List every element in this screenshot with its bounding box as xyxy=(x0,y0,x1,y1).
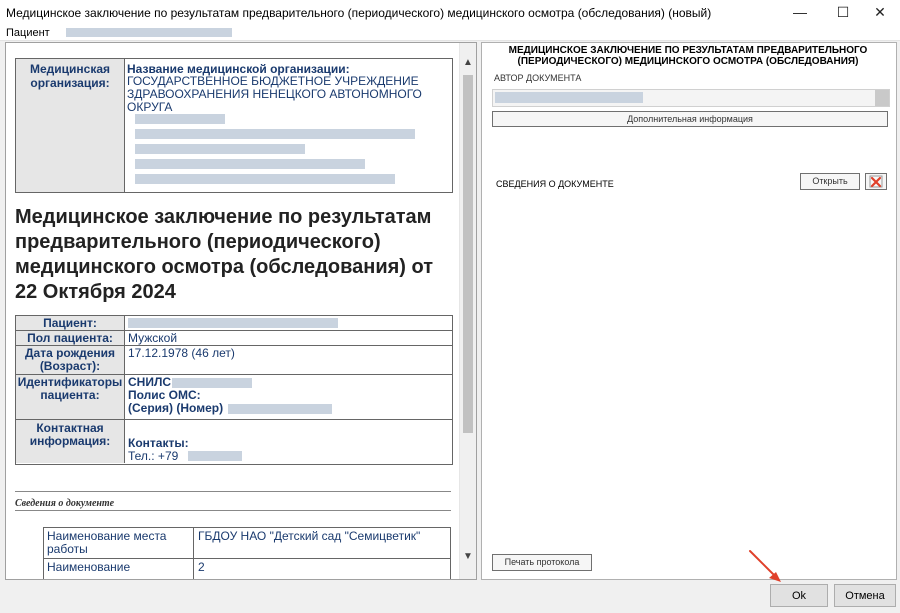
identifiers-row: Идентификаторы пациента: СНИЛС Полис ОМС… xyxy=(16,375,452,420)
sex-value: Мужской xyxy=(128,331,178,345)
scroll-thumb[interactable] xyxy=(463,75,473,433)
document-info-label: СВЕДЕНИЯ О ДОКУМЕНТЕ xyxy=(496,179,614,189)
org-detail-redacted xyxy=(135,114,225,124)
close-button[interactable]: ✕ xyxy=(860,0,900,26)
identifiers-label: Идентификаторы пациента: xyxy=(17,375,123,402)
org-label-cell: Медицинская организация: xyxy=(16,59,125,192)
dob-row: Дата рождения (Возраст): 17.12.1978 (46 … xyxy=(16,346,452,375)
divider xyxy=(15,491,451,492)
document-viewer[interactable]: Медицинская организация: Название медици… xyxy=(5,42,477,580)
dob-value: 17.12.1978 (46 лет) xyxy=(128,346,235,360)
vertical-scrollbar[interactable]: ▲ ▼ xyxy=(459,43,476,579)
contact-row-label-cell: Контактная информация: xyxy=(16,420,125,463)
snils-redacted xyxy=(172,378,252,388)
divider xyxy=(15,510,451,511)
sex-row-label-cell: Пол пациента: xyxy=(16,331,125,345)
dob-label: Дата рождения (Возраст): xyxy=(24,346,116,373)
patient-label: Пациент xyxy=(6,27,50,39)
org-detail-redacted xyxy=(135,159,365,169)
phone-redacted xyxy=(188,451,242,461)
contact-value-cell: Контакты: Тел.: +79 xyxy=(128,437,448,463)
delete-button[interactable] xyxy=(865,173,887,190)
document-title: Медицинское заключение по результатам пр… xyxy=(15,206,434,303)
patient-name-redacted xyxy=(128,318,338,328)
patient-label-cell: Пациент: xyxy=(43,316,97,330)
section-title: Сведения о документе xyxy=(15,498,115,509)
document-content: Медицинская организация: Название медици… xyxy=(6,43,460,579)
work-table: Наименование места работы ГБДОУ НАО "Дет… xyxy=(43,527,451,579)
author-label: АВТОР ДОКУМЕНТА xyxy=(494,73,582,83)
dialog-footer xyxy=(0,580,900,613)
patient-row-label-cell: Пациент: xyxy=(16,316,125,330)
author-field[interactable] xyxy=(492,89,890,107)
field-scroll-block xyxy=(875,90,889,106)
patient-bar: Пациент xyxy=(0,26,900,41)
document-info-panel: МЕДИЦИНСКОЕ ЗАКЛЮЧЕНИЕ ПО РЕЗУЛЬТАТАМ ПР… xyxy=(481,42,897,580)
minimize-button[interactable]: — xyxy=(780,0,820,26)
panel-title: МЕДИЦИНСКОЕ ЗАКЛЮЧЕНИЕ ПО РЕЗУЛЬТАТАМ ПР… xyxy=(508,45,868,67)
print-protocol-button[interactable]: Печать протокола xyxy=(492,554,592,571)
scroll-up-icon[interactable]: ▲ xyxy=(460,55,476,71)
scroll-down-icon[interactable]: ▼ xyxy=(460,549,476,565)
org-detail-redacted xyxy=(135,144,305,154)
workplace-value: ГБДОУ НАО "Детский сад "Семицветик" xyxy=(198,529,421,543)
title-bar: Медицинское заключение по результатам пр… xyxy=(0,0,900,26)
delete-icon xyxy=(869,175,883,188)
patient-name-redacted xyxy=(66,28,232,37)
ok-button[interactable]: Ok xyxy=(770,584,828,607)
identifiers-row-label-cell: Идентификаторы пациента: xyxy=(16,375,125,419)
pointer-arrow-icon xyxy=(749,550,781,582)
sex-row: Пол пациента: Мужской xyxy=(16,331,452,346)
org-detail-redacted xyxy=(135,129,415,139)
window-title: Медицинское заключение по результатам пр… xyxy=(6,6,712,20)
open-button[interactable]: Открыть xyxy=(800,173,860,190)
sex-label: Пол пациента: xyxy=(27,331,113,345)
oms-redacted xyxy=(228,404,332,414)
contact-label: Контактная информация: xyxy=(29,421,111,448)
org-value-cell: Название медицинской организации: ГОСУДА… xyxy=(125,59,451,192)
cancel-button[interactable]: Отмена xyxy=(834,584,896,607)
workplace-label: Наименование места работы xyxy=(44,528,194,558)
org-label: Медицинская организация: xyxy=(29,62,111,90)
author-redacted xyxy=(495,92,643,103)
patient-table: Пациент: Пол пациента: Мужской Дата рожд… xyxy=(15,315,453,465)
name-label: Наименование xyxy=(44,559,194,579)
phone-value: Тел.: +79 xyxy=(128,449,179,463)
org-detail-redacted xyxy=(135,174,395,184)
name-value: 2 xyxy=(198,560,205,574)
patient-row: Пациент: xyxy=(16,316,452,331)
maximize-button[interactable]: ☐ xyxy=(823,0,863,26)
contact-row: Контактная информация: Контакты: Тел.: +… xyxy=(16,420,452,463)
org-name: ГОСУДАРСТВЕННОЕ БЮДЖЕТНОЕ УЧРЕЖДЕНИЕ ЗДР… xyxy=(127,74,422,114)
organization-table: Медицинская организация: Название медици… xyxy=(15,58,453,193)
dob-row-label-cell: Дата рождения (Возраст): xyxy=(16,346,125,374)
additional-info-button[interactable]: Дополнительная информация xyxy=(492,111,888,127)
